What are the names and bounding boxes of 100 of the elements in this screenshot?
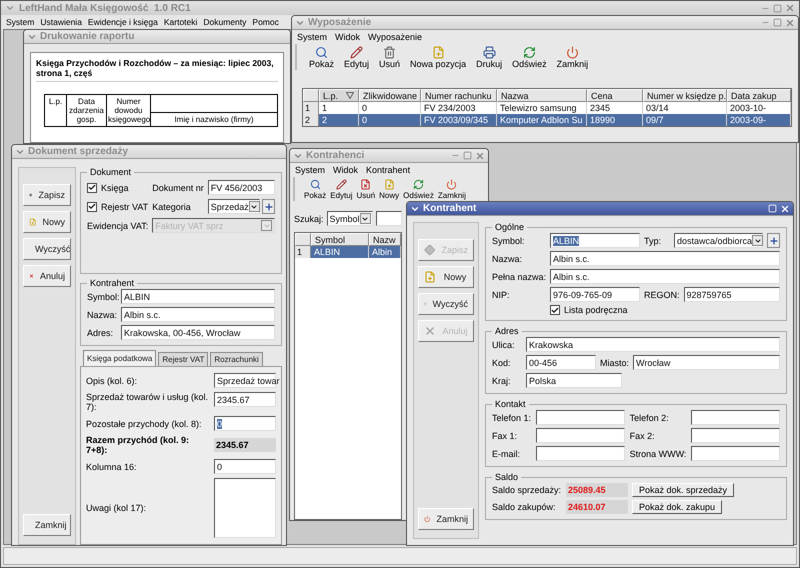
close-icon[interactable]	[785, 18, 795, 28]
column-header[interactable]: Nazwa	[497, 89, 587, 102]
input-field[interactable]: Polska	[526, 373, 622, 388]
button[interactable]: Wyczyść	[23, 238, 71, 260]
window-title: Dokument sprzedaży	[28, 146, 130, 157]
menu-item[interactable]: Dokumenty	[203, 17, 246, 27]
column-header[interactable]: Symbol	[311, 233, 369, 246]
toolbar-button[interactable]: Edytuj	[329, 179, 354, 200]
field-label: Opis (kol. 6):	[86, 376, 138, 386]
window-title: Drukowanie raportu	[40, 31, 136, 42]
group-title: Kontrahent	[89, 278, 136, 288]
menu-item[interactable]: System	[6, 17, 34, 27]
input-field[interactable]	[691, 410, 780, 425]
menu-item[interactable]: Wyposażenie	[368, 32, 422, 42]
input-field[interactable]	[536, 446, 625, 461]
file-plus-icon	[29, 216, 36, 228]
tab[interactable]: Rozrachunki	[210, 352, 263, 366]
button[interactable]: Anuluj	[23, 265, 71, 287]
input-field[interactable]	[691, 446, 780, 461]
menu-item[interactable]: Kontrahent	[366, 165, 410, 175]
tab[interactable]: Rejestr VAT	[158, 352, 208, 366]
select-field[interactable]: Sprzedaż	[208, 199, 260, 214]
power-icon	[446, 179, 458, 190]
maximize-icon[interactable]	[463, 151, 472, 160]
field-label: Fax 1:	[492, 430, 518, 440]
column-header[interactable]: Nazw	[369, 233, 401, 246]
toolbar-button[interactable]: Odśwież	[508, 46, 551, 69]
menu-item[interactable]: Ustawienia	[40, 17, 82, 27]
menu-item[interactable]: Kartoteki	[164, 17, 198, 27]
input-field[interactable]: 2345.67	[214, 392, 276, 407]
field-label: Kraj:	[492, 376, 512, 386]
toolbar-button[interactable]: Drukuj	[472, 46, 506, 69]
column-header: L.p.	[45, 95, 67, 127]
diamond-icon	[424, 244, 436, 256]
button[interactable]: Nowy	[23, 211, 71, 233]
toolbar-button[interactable]: Nowy	[378, 179, 400, 200]
column-header[interactable]: L.p.	[319, 89, 359, 102]
group-title: Adres	[494, 326, 520, 336]
column-header[interactable]: Cena	[587, 89, 643, 102]
menu-item[interactable]: Ewidencje i księga	[88, 17, 158, 27]
input-field[interactable]: Albin s.c.	[121, 307, 275, 322]
toolbar-button[interactable]: Usuń	[355, 179, 376, 200]
tab[interactable]: Księga podatkowa	[83, 350, 156, 366]
close-button[interactable]: Zamknij	[418, 508, 474, 530]
close-icon[interactable]	[475, 150, 485, 160]
input-field[interactable]: Krakowska, 00-456, Wrocław	[121, 325, 275, 340]
button[interactable]: Zapisz	[23, 184, 71, 206]
button[interactable]: Wyczyść	[418, 293, 474, 315]
table-row[interactable]: 1 ALBIN Albin	[295, 246, 401, 258]
add-button[interactable]	[262, 199, 275, 214]
toolbar-button[interactable]: Odśwież	[402, 179, 435, 200]
checkbox[interactable]	[550, 305, 560, 315]
toolbar-button[interactable]: Zamknij	[552, 46, 592, 69]
search-field[interactable]	[376, 211, 402, 226]
input-field[interactable]: Krakowska	[526, 337, 780, 352]
menu-item[interactable]: Widok	[333, 165, 358, 175]
toolbar-button[interactable]: Edytuj	[340, 46, 374, 69]
column-header: Numer dowodu księgowego	[107, 95, 151, 127]
menu-item[interactable]: Pomoc	[252, 17, 279, 27]
input-field[interactable]	[536, 428, 625, 443]
input-field[interactable]: Albin s.c.	[550, 269, 780, 284]
close-button[interactable]: Zamknij	[23, 514, 71, 536]
table-row[interactable]: 2 2 0 FV 2003/09/345 Komputer Adblon Su 18990 09/7 2003-09-	[303, 114, 791, 126]
input-field[interactable]: Albin s.c.	[550, 251, 780, 266]
input-field[interactable]: FV 456/2003	[208, 180, 275, 195]
menu-item[interactable]: System	[297, 32, 328, 42]
button[interactable]: Nowy	[418, 266, 474, 288]
menu-item[interactable]: Widok	[335, 32, 360, 42]
input-field[interactable]: 00-456	[526, 355, 596, 370]
button[interactable]: Pokaż dok. zakupu	[632, 500, 722, 514]
input-field[interactable]: 0	[214, 459, 276, 474]
input-field[interactable]: Wrocław	[633, 355, 780, 370]
input-field[interactable]	[691, 428, 780, 443]
column-header[interactable]: Numer rachunku	[421, 89, 497, 102]
toolbar-button[interactable]: Usuń	[375, 46, 404, 69]
checkbox[interactable]	[87, 182, 97, 192]
input-field[interactable]: ALBIN	[550, 233, 640, 248]
menu-item[interactable]: System	[295, 165, 326, 175]
table-cell: FV 2003/09/345	[421, 114, 497, 126]
text-area[interactable]	[214, 478, 276, 538]
toolbar-button[interactable]: Zamknij	[436, 179, 467, 200]
column-header[interactable]: Data zakup	[727, 89, 791, 102]
column-header[interactable]: Numer w księdze p.	[643, 89, 727, 102]
add-button[interactable]	[767, 233, 780, 248]
checkbox[interactable]	[87, 202, 97, 212]
column-header[interactable]: Zlikwidowane	[359, 89, 421, 102]
input-field[interactable]: 0	[214, 416, 276, 431]
close-icon[interactable]	[785, 3, 795, 13]
select-field[interactable]: dostawca/odbiorca	[674, 233, 763, 248]
input-field[interactable]: ALBIN	[121, 289, 275, 304]
toolbar-button[interactable]: Nowa pozycja	[406, 46, 470, 69]
field-label: Typ:	[644, 236, 662, 246]
select-field[interactable]: Symbol	[326, 211, 373, 226]
input-field[interactable]: 928759765	[684, 287, 780, 302]
input-field[interactable]: 976-09-765-09	[550, 287, 640, 302]
toolbar-button[interactable]: Pokaż	[303, 179, 328, 200]
sort-icon	[346, 92, 354, 99]
input-field[interactable]	[536, 410, 625, 425]
button[interactable]: Pokaż dok. sprzedaży	[632, 483, 734, 497]
toolbar-button[interactable]: Pokaż	[305, 46, 338, 69]
